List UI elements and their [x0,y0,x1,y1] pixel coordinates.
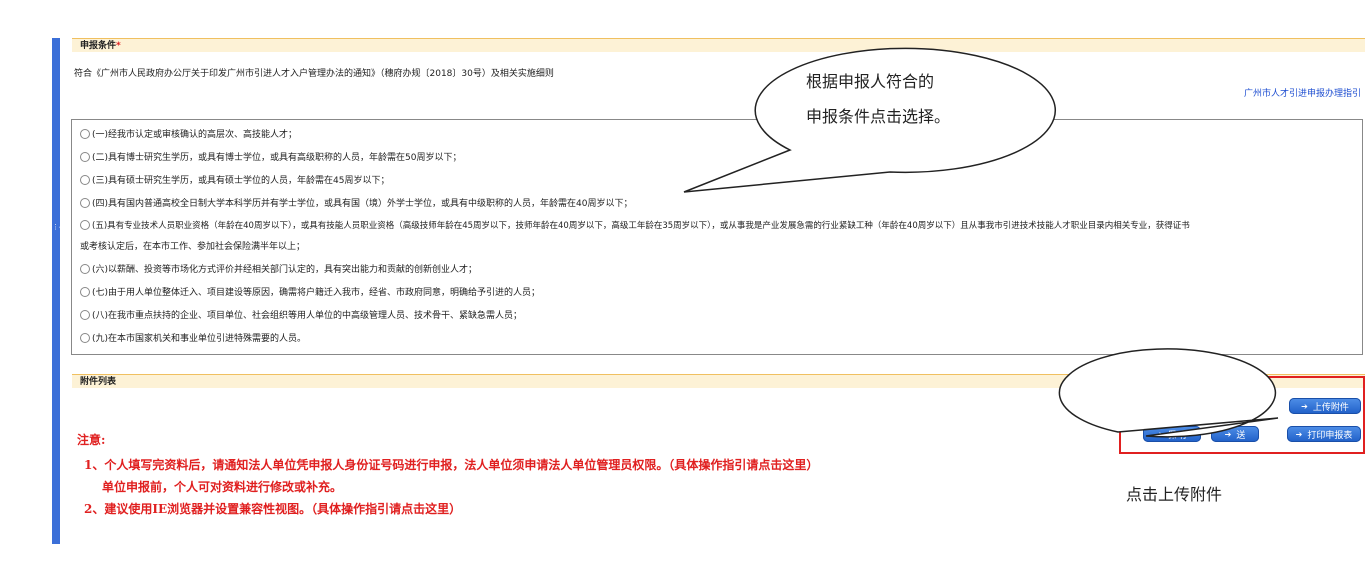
conditions-callout-line1: 根据申报人符合的 [806,72,935,91]
conditions-callout-line2: 申报条件点击选择。 [806,107,951,126]
upload-callout-bubble [1058,348,1279,438]
upload-callout-text: 点击上传附件 [1126,485,1223,504]
